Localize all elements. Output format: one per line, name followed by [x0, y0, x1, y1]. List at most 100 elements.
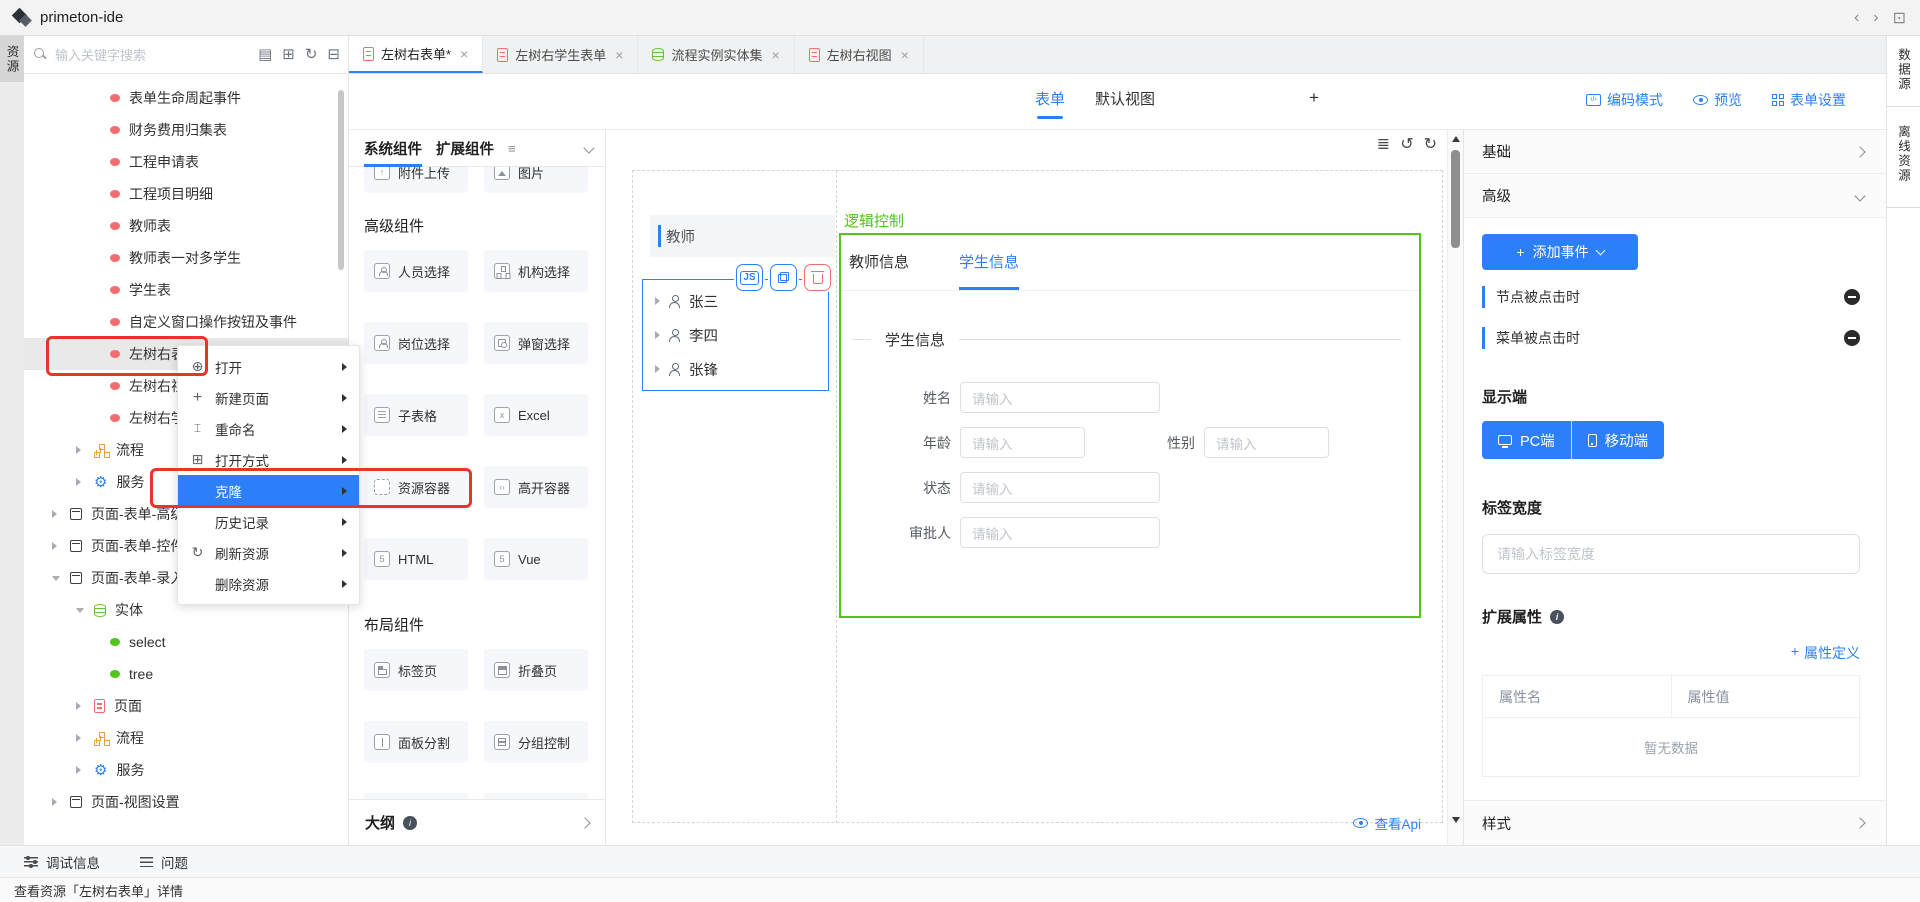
structure-icon[interactable]: ≣ — [1377, 134, 1390, 154]
tree-item[interactable]: select — [24, 626, 348, 658]
sidebar-scrollbar[interactable] — [338, 90, 344, 270]
palette-item[interactable]: 子表格 — [364, 394, 468, 436]
scrollbar-thumb[interactable] — [1451, 150, 1460, 248]
palette-item[interactable]: 机构选择 — [484, 250, 588, 292]
close-icon[interactable]: × — [615, 47, 623, 63]
palette-menu-icon[interactable]: ≡ — [508, 141, 516, 156]
section-style[interactable]: 样式 — [1464, 800, 1886, 845]
context-menu-item[interactable]: 刷新资源 — [178, 537, 359, 568]
debug-info-button[interactable]: 调试信息 — [24, 852, 100, 872]
document-tab[interactable]: 流程实例实体集 × — [638, 36, 794, 73]
palette-item[interactable]: 图片 — [484, 167, 588, 193]
event-row[interactable]: 菜单被点击时 — [1482, 324, 1860, 352]
tree-item[interactable]: 学生表 — [24, 274, 348, 306]
context-menu-item[interactable]: 打开 — [178, 351, 359, 382]
add-view-button[interactable]: + — [1309, 88, 1319, 116]
tree-node[interactable]: 张锋 — [643, 352, 828, 386]
tree-item[interactable]: tree — [24, 658, 348, 690]
tree-item[interactable]: 流程 — [24, 722, 348, 754]
tab-extension-components[interactable]: 扩展组件 — [436, 130, 494, 167]
context-menu-item[interactable]: 打开方式 — [178, 444, 359, 475]
context-menu-item[interactable]: 删除资源 — [178, 568, 359, 599]
field-input[interactable]: 请输入 — [960, 472, 1160, 503]
pc-display-button[interactable]: PC端 — [1482, 421, 1572, 459]
view-tab[interactable]: 表单 — [1035, 88, 1065, 119]
expander-icon[interactable] — [76, 446, 94, 454]
new-folder-icon[interactable]: ⊞ — [282, 47, 295, 62]
palette-item[interactable]: 人员选择 — [364, 250, 468, 292]
palette-item[interactable]: 标签页 — [364, 649, 468, 691]
tree-item[interactable]: 工程项目明细 — [24, 178, 348, 210]
expander-icon[interactable] — [76, 608, 94, 613]
remove-event-icon[interactable] — [1844, 330, 1860, 346]
collapse-all-icon[interactable]: ⊟ — [327, 47, 340, 62]
outline-bar[interactable]: 大纲 — [349, 799, 605, 845]
nav-forward-icon[interactable]: › — [1873, 9, 1878, 27]
datasource-strip-tab[interactable]: 数据源 — [1887, 48, 1920, 92]
nav-back-icon[interactable]: ‹ — [1854, 9, 1859, 27]
save-icon[interactable]: ⊡ — [1893, 8, 1906, 28]
preview-button[interactable]: 预览 — [1693, 90, 1742, 110]
add-event-button[interactable]: + 添加事件 — [1482, 234, 1638, 270]
js-script-button[interactable]: JS — [736, 264, 763, 291]
delete-button[interactable] — [804, 264, 831, 291]
remove-event-icon[interactable] — [1844, 289, 1860, 305]
tree-item[interactable]: 工程申请表 — [24, 146, 348, 178]
expander-icon[interactable] — [52, 542, 70, 550]
palette-item[interactable]: 高开容器 — [484, 466, 588, 508]
palette-item[interactable]: 面板分割 — [364, 721, 468, 763]
field-input[interactable]: 请输入 — [960, 427, 1085, 458]
tab-system-components[interactable]: 系统组件 — [364, 130, 422, 167]
expander-icon[interactable] — [52, 798, 70, 806]
close-icon[interactable]: × — [901, 47, 909, 63]
form-settings-button[interactable]: 表单设置 — [1772, 90, 1846, 110]
expander-icon[interactable] — [76, 734, 94, 742]
context-menu-item[interactable]: 新建页面 — [178, 382, 359, 413]
mobile-display-button[interactable]: 移动端 — [1572, 421, 1665, 459]
tree-item[interactable]: 页面-视图设置 — [24, 786, 348, 818]
palette-item[interactable]: 岗位选择 — [364, 322, 468, 364]
resources-strip-tab[interactable]: 资源 — [0, 36, 24, 82]
tree-item[interactable]: 财务费用归集表 — [24, 114, 348, 146]
teacher-tree-header[interactable]: 教师 — [650, 215, 835, 257]
scroll-up-icon[interactable] — [1452, 136, 1460, 142]
expander-icon[interactable] — [655, 331, 660, 339]
tree-item[interactable]: 表单生命周起事件 — [24, 82, 348, 114]
context-menu-item[interactable]: 克隆 — [178, 475, 359, 506]
expander-icon[interactable] — [76, 702, 94, 710]
chevron-down-icon[interactable] — [583, 142, 594, 153]
design-canvas[interactable]: ≣ ↺ ↻ 教师 JS 张三 — [606, 130, 1447, 845]
close-icon[interactable]: × — [771, 47, 779, 63]
refresh-icon[interactable]: ↻ — [305, 47, 318, 62]
tree-item[interactable]: 教师表一对多学生 — [24, 242, 348, 274]
document-tab[interactable]: 左树右表单* × — [349, 36, 483, 73]
document-tab[interactable]: 左树右学生表单 × — [483, 36, 638, 73]
palette-item[interactable]: 分组控制 — [484, 721, 588, 763]
view-tab[interactable]: 默认视图 — [1095, 88, 1155, 119]
palette-item[interactable]: 附件上传 — [364, 167, 468, 193]
copy-button[interactable] — [770, 264, 797, 291]
canvas-scrollbar[interactable] — [1447, 130, 1463, 845]
scroll-down-icon[interactable] — [1452, 817, 1460, 823]
palette-item[interactable]: 资源容器 — [364, 466, 468, 508]
import-resource-icon[interactable]: ▤ — [258, 47, 272, 62]
document-tab[interactable]: 左树右视图 × — [795, 36, 924, 73]
section-advanced[interactable]: 高级 — [1464, 174, 1886, 218]
undo-icon[interactable]: ↺ — [1400, 134, 1413, 154]
teacher-tree-widget[interactable]: 张三 李四 张锋 — [642, 279, 829, 391]
tree-item[interactable]: 页面 — [24, 690, 348, 722]
palette-item[interactable]: Excel — [484, 394, 588, 436]
palette-item[interactable]: 弹窗选择 — [484, 322, 588, 364]
logic-tab[interactable]: 教师信息 — [849, 251, 909, 290]
property-define-link[interactable]: + 属性定义 — [1482, 643, 1860, 663]
expander-icon[interactable] — [76, 478, 94, 486]
tree-item[interactable]: 自定义窗口操作按钮及事件 — [24, 306, 348, 338]
context-menu-item[interactable]: 历史记录 — [178, 506, 359, 537]
search-input[interactable]: 输入关键字搜索 — [55, 45, 258, 64]
field-input[interactable]: 请输入 — [960, 382, 1160, 413]
palette-item[interactable]: HTML — [364, 538, 468, 580]
close-icon[interactable]: × — [460, 46, 468, 62]
view-api-link[interactable]: 查看Api — [1353, 813, 1421, 833]
tree-node[interactable]: 李四 — [643, 318, 828, 352]
expander-icon[interactable] — [655, 365, 660, 373]
